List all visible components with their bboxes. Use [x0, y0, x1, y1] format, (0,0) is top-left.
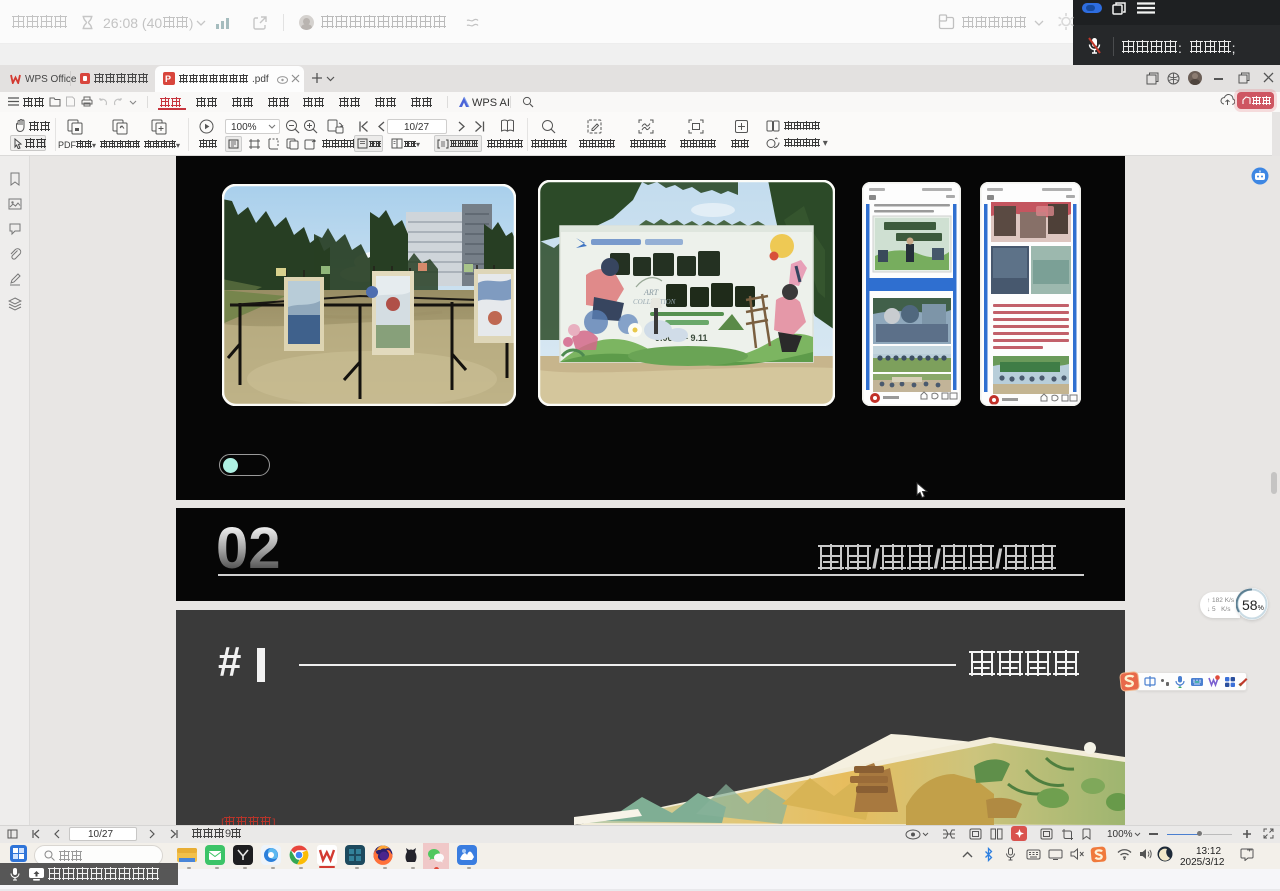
svg-text:ART: ART	[643, 288, 659, 297]
svg-text:- 9.11: - 9.11	[685, 333, 708, 343]
